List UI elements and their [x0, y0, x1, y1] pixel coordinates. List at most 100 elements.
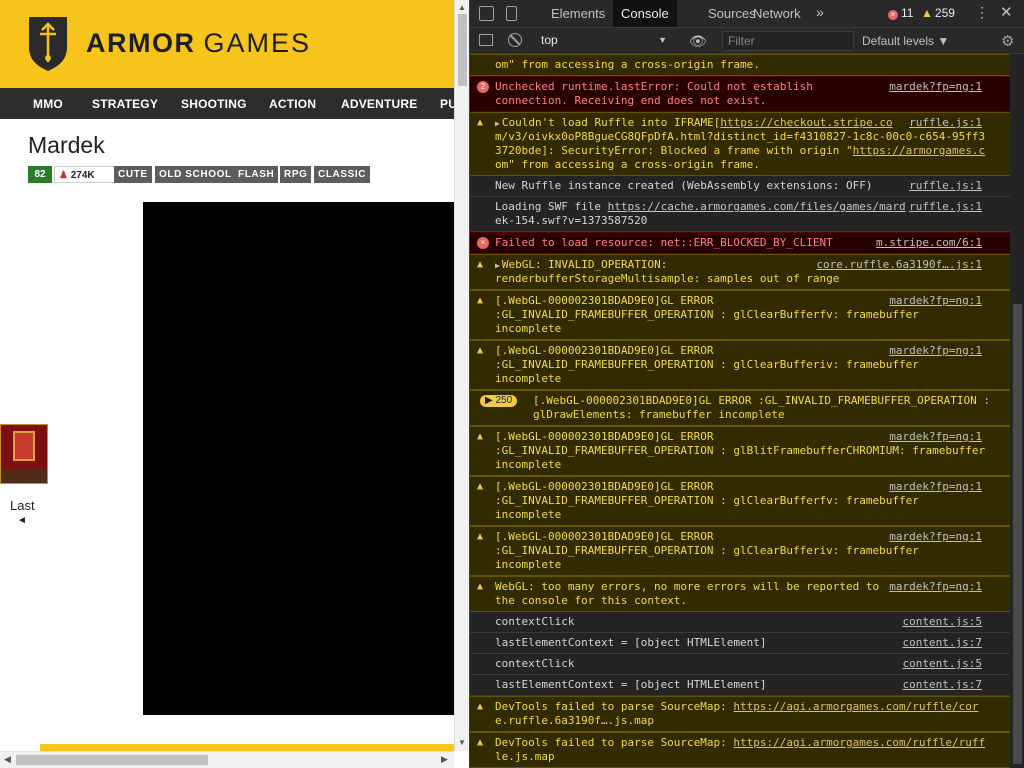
expand-triangle-icon[interactable]: ▶: [495, 261, 500, 270]
source-link[interactable]: mardek?fp=ng:1: [889, 430, 982, 444]
console-message-error[interactable]: 2 Unchecked runtime.lastError: Could not …: [470, 76, 1010, 112]
message-link[interactable]: https://armorgames.c: [853, 144, 985, 157]
last-label[interactable]: Last: [10, 498, 35, 513]
tag-rpg[interactable]: RPG: [280, 166, 312, 183]
warning-counter[interactable]: ▲ 259: [921, 6, 955, 20]
console-message-log[interactable]: contextClick content.js:5: [470, 654, 1010, 675]
source-link[interactable]: mardek?fp=ng:1: [889, 294, 982, 308]
warning-icon: ▲: [477, 531, 484, 542]
console-settings-gear-icon[interactable]: ⚙: [1001, 32, 1014, 50]
nav-item-action[interactable]: ACTION: [269, 97, 316, 111]
left-arrow-icon[interactable]: ◄: [17, 515, 27, 526]
tag-flash[interactable]: FLASH: [234, 166, 279, 183]
console-vertical-scrollbar[interactable]: [1010, 54, 1024, 768]
more-tabs-icon[interactable]: »: [816, 4, 824, 20]
message-text: WebGL: too many errors, no more errors w…: [495, 580, 880, 593]
console-message-log[interactable]: New Ruffle instance created (WebAssembly…: [470, 176, 1010, 197]
error-counter[interactable]: × 11: [888, 6, 913, 20]
tab-elements[interactable]: Elements: [543, 0, 613, 27]
armor-games-shield-logo[interactable]: [26, 14, 70, 74]
console-message-warn[interactable]: ▲ ▶ Couldn't load Ruffle into IFRAME[https…: [470, 112, 1010, 176]
source-link[interactable]: content.js:7: [902, 636, 982, 650]
console-message-warn[interactable]: ▲ [.WebGL-000002301BDAD9E0]GL ERROR:GL_IN…: [470, 290, 1010, 340]
console-message-warn[interactable]: ▲ [.WebGL-000002301BDAD9E0]GL ERROR:GL_IN…: [470, 426, 1010, 476]
message-text: DevTools failed to parse SourceMap:: [495, 700, 734, 713]
message-text: [.WebGL-000002301BDAD9E0]GL ERROR: [495, 530, 714, 543]
console-scroll-thumb[interactable]: [1013, 304, 1022, 764]
message-text: [.WebGL-000002301BDAD9E0]GL ERROR: [495, 294, 714, 307]
console-message-log[interactable]: lastElementContext = [object HTMLElement…: [470, 633, 1010, 654]
source-link[interactable]: content.js:5: [902, 615, 982, 629]
console-message-log[interactable]: Loading SWF file https://cache.armorgame…: [470, 197, 1010, 232]
source-link[interactable]: mardek?fp=ng:1: [889, 480, 982, 494]
nav-item-puzzle[interactable]: PU: [440, 97, 454, 111]
console-messages[interactable]: om" from accessing a cross-origin frame.…: [470, 54, 1010, 768]
message-text: [.WebGL-000002301BDAD9E0]GL ERROR: [495, 480, 714, 493]
message-link[interactable]: https://agi.armorgames.com/ruffle/ruff: [733, 736, 985, 749]
page-vertical-scrollbar[interactable]: ▲ ▼: [454, 0, 469, 751]
source-link[interactable]: m.stripe.com/6:1: [876, 236, 982, 250]
console-message-warn[interactable]: ▶ 250 [.WebGL-000002301BDAD9E0]GL ERROR :…: [470, 390, 1010, 426]
tag-cute[interactable]: CUTE: [114, 166, 152, 183]
source-link[interactable]: content.js:7: [902, 678, 982, 692]
close-devtools-icon[interactable]: ✕: [1000, 3, 1013, 21]
message-text: [.WebGL-000002301BDAD9E0]GL ERROR: [495, 344, 714, 357]
device-toolbar-icon[interactable]: [506, 6, 517, 21]
source-link[interactable]: ruffle.js:1: [909, 179, 982, 193]
tab-console[interactable]: Console: [613, 0, 677, 27]
game-thumbnail[interactable]: [0, 424, 48, 484]
console-message-log[interactable]: lastElementContext = [object HTMLElement…: [470, 675, 1010, 696]
expand-triangle-icon[interactable]: ▶: [495, 119, 500, 128]
source-link[interactable]: content.js:5: [902, 657, 982, 671]
scroll-right-icon[interactable]: ▶: [441, 754, 448, 765]
inspect-element-icon[interactable]: [479, 6, 494, 21]
context-value: top: [541, 33, 558, 47]
console-message-warn[interactable]: ▲ DevTools failed to parse SourceMap: htt…: [470, 732, 1010, 768]
scroll-down-icon[interactable]: ▼: [458, 738, 466, 747]
scroll-up-icon[interactable]: ▲: [458, 3, 466, 12]
site-logo-text[interactable]: ARMOR GAMES: [86, 28, 311, 59]
message-link[interactable]: https://checkout.stripe.co: [720, 116, 892, 129]
message-text-line: incomplete: [495, 322, 1002, 336]
console-filter-input[interactable]: [722, 31, 854, 51]
source-link[interactable]: mardek?fp=ng:1: [889, 580, 982, 594]
source-link[interactable]: mardek?fp=ng:1: [889, 80, 982, 94]
context-selector[interactable]: top ▼: [535, 30, 675, 51]
console-message-warn[interactable]: ▲ [.WebGL-000002301BDAD9E0]GL ERROR:GL_IN…: [470, 526, 1010, 576]
tag-classic[interactable]: CLASSIC: [314, 166, 371, 183]
console-message-log[interactable]: contextClick content.js:5: [470, 612, 1010, 633]
console-message-warn[interactable]: ▲ DevTools failed to parse SourceMap: htt…: [470, 696, 1010, 732]
tab-network[interactable]: Network: [745, 0, 809, 27]
console-message-warn[interactable]: om" from accessing a cross-origin frame.: [470, 54, 1010, 76]
game-player-canvas[interactable]: [143, 202, 454, 715]
page-vertical-scroll-thumb[interactable]: [458, 14, 467, 86]
live-expression-eye-icon[interactable]: 👁: [689, 33, 707, 50]
nav-item-adventure[interactable]: ADVENTURE: [341, 97, 417, 111]
message-text: le.js.map: [495, 750, 555, 763]
clear-console-icon[interactable]: [508, 33, 522, 47]
nav-item-mmo[interactable]: MMO: [33, 97, 63, 111]
sidebar-toggle-icon[interactable]: [479, 34, 493, 46]
nav-item-shooting[interactable]: SHOOTING: [181, 97, 247, 111]
scroll-left-icon[interactable]: ◀: [4, 754, 11, 765]
source-link[interactable]: mardek?fp=ng:1: [889, 344, 982, 358]
source-link[interactable]: ruffle.js:1: [909, 116, 982, 130]
tag-old-school[interactable]: OLD SCHOOL: [155, 166, 236, 183]
log-levels-dropdown[interactable]: Default levels ▼: [860, 31, 956, 51]
console-message-warn[interactable]: ▲ ▶ WebGL: INVALID_OPERATION: renderbufferS…: [470, 254, 1010, 290]
warning-icon: ▲: [477, 259, 484, 270]
console-message-warn[interactable]: ▲ [.WebGL-000002301BDAD9E0]GL ERROR:GL_IN…: [470, 340, 1010, 390]
source-link[interactable]: core.ruffle.6a3190f….js:1: [816, 258, 982, 272]
source-link[interactable]: ruffle.js:1: [909, 200, 982, 214]
source-link[interactable]: mardek?fp=ng:1: [889, 530, 982, 544]
message-text: om" from accessing a cross-origin frame.: [495, 158, 760, 171]
message-link[interactable]: https://agi.armorgames.com/ruffle/cor: [733, 700, 978, 713]
console-message-warn[interactable]: ▲ WebGL: too many errors, no more errors …: [470, 576, 1010, 612]
console-message-warn[interactable]: ▲ [.WebGL-000002301BDAD9E0]GL ERROR:GL_IN…: [470, 476, 1010, 526]
console-message-error[interactable]: × Failed to load resource: net::ERR_BLOCK…: [470, 232, 1010, 254]
nav-item-strategy[interactable]: STRATEGY: [92, 97, 158, 111]
message-link[interactable]: https://cache.armorgames.com/files/games…: [608, 200, 906, 213]
horizontal-scroll-thumb[interactable]: [16, 755, 208, 765]
more-options-icon[interactable]: ⋮: [975, 4, 989, 21]
horizontal-scrollbar[interactable]: ◀ ▶: [0, 751, 454, 768]
